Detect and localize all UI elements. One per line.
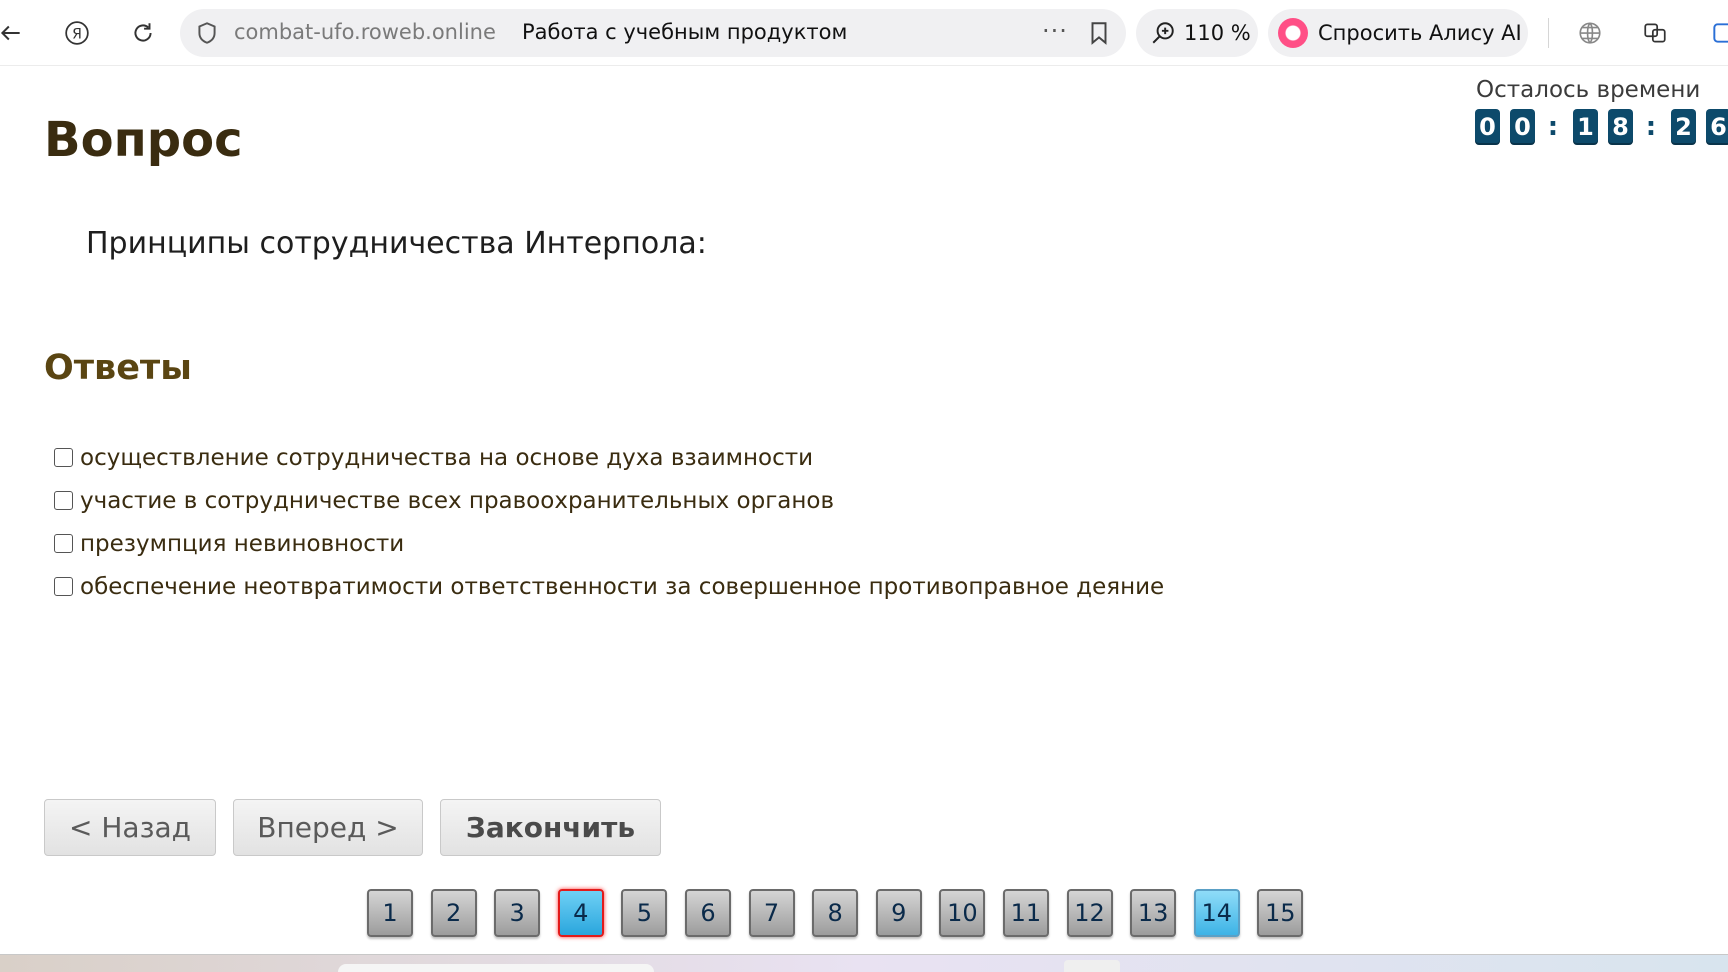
page-button-13[interactable]: 13 xyxy=(1130,889,1177,937)
ask-alice-button[interactable]: Спросить Алису AI xyxy=(1268,9,1528,57)
answer-label[interactable]: обеспечение неотвратимости ответственнос… xyxy=(80,574,1164,600)
answer-checkbox[interactable] xyxy=(54,448,73,467)
answer-label[interactable]: участие в сотрудничестве всех правоохран… xyxy=(80,488,834,514)
timer-digit: 0 xyxy=(1475,109,1500,145)
shield-icon[interactable] xyxy=(194,20,220,46)
finish-button[interactable]: Закончить xyxy=(440,799,661,856)
reload-icon[interactable] xyxy=(124,14,162,52)
question-pager: 1 2 3 4 5 6 7 8 9 10 11 12 13 14 15 xyxy=(367,889,1321,937)
answer-checkbox[interactable] xyxy=(54,577,73,596)
page-button-10[interactable]: 10 xyxy=(939,889,986,937)
timer-digit: 6 xyxy=(1706,109,1728,145)
page-button-14[interactable]: 14 xyxy=(1193,889,1240,937)
page-tab-title: Работа с учебным продуктом xyxy=(522,20,848,44)
timer-digit: 0 xyxy=(1510,109,1535,145)
svg-text:Я: Я xyxy=(72,26,82,42)
timer-digit: 8 xyxy=(1608,109,1633,145)
page-button-8[interactable]: 8 xyxy=(812,889,859,937)
extension-icon[interactable] xyxy=(1704,14,1728,52)
bookmark-icon[interactable] xyxy=(1086,20,1112,46)
taskbar-item[interactable] xyxy=(1064,960,1120,972)
taskbar-strip xyxy=(0,954,1728,972)
answer-option-2[interactable]: участие в сотрудничестве всех правоохран… xyxy=(54,479,1164,522)
answers-heading: Ответы xyxy=(44,348,192,388)
timer-separator: : xyxy=(1645,112,1657,142)
next-button[interactable]: Вперед > xyxy=(233,799,423,856)
more-options-icon[interactable]: ··· xyxy=(1042,17,1068,45)
answer-checkbox[interactable] xyxy=(54,491,73,510)
ask-alice-label: Спросить Алису AI xyxy=(1318,21,1522,45)
question-text: Принципы сотрудничества Интерпола: xyxy=(86,226,707,261)
globe-icon[interactable] xyxy=(1571,14,1609,52)
timer-digit: 2 xyxy=(1671,109,1696,145)
answer-label[interactable]: осуществление сотрудничества на основе д… xyxy=(80,445,813,471)
answer-label[interactable]: презумпция невиновности xyxy=(80,531,404,557)
yandex-logo-icon[interactable]: Я xyxy=(58,14,96,52)
back-button[interactable]: < Назад xyxy=(44,799,216,856)
taskbar-item[interactable] xyxy=(338,964,654,972)
page-button-2[interactable]: 2 xyxy=(430,889,477,937)
page-button-3[interactable]: 3 xyxy=(494,889,541,937)
zoom-button[interactable]: 110 % xyxy=(1136,9,1258,57)
url-domain[interactable]: combat-ufo.roweb.online xyxy=(234,20,496,44)
page-button-9[interactable]: 9 xyxy=(875,889,922,937)
browser-toolbar: Я combat-ufo.roweb.online Работа с учебн… xyxy=(0,0,1728,66)
answer-option-4[interactable]: обеспечение неотвратимости ответственнос… xyxy=(54,565,1164,608)
answer-checkbox[interactable] xyxy=(54,534,73,553)
answer-option-1[interactable]: осуществление сотрудничества на основе д… xyxy=(54,436,1164,479)
answers-list: осуществление сотрудничества на основе д… xyxy=(54,436,1164,608)
page-button-12[interactable]: 12 xyxy=(1066,889,1113,937)
question-heading: Вопрос xyxy=(44,112,243,168)
page-button-11[interactable]: 11 xyxy=(1002,889,1049,937)
page-button-15[interactable]: 15 xyxy=(1257,889,1304,937)
zoom-in-icon xyxy=(1152,22,1174,44)
toolbar-separator xyxy=(1548,18,1549,48)
countdown-timer: 0 0 : 1 8 : 2 6 xyxy=(1475,109,1728,145)
page-button-7[interactable]: 7 xyxy=(748,889,795,937)
page-button-4[interactable]: 4 xyxy=(557,889,604,937)
page-button-6[interactable]: 6 xyxy=(684,889,731,937)
timer-digit: 1 xyxy=(1573,109,1598,145)
answer-option-3[interactable]: презумпция невиновности xyxy=(54,522,1164,565)
timer-separator: : xyxy=(1547,112,1559,142)
zoom-level: 110 % xyxy=(1184,21,1251,45)
page-button-5[interactable]: 5 xyxy=(621,889,668,937)
alice-logo-icon xyxy=(1278,18,1308,48)
translate-icon[interactable] xyxy=(1636,14,1674,52)
back-arrow-icon[interactable] xyxy=(0,14,30,52)
page-button-1[interactable]: 1 xyxy=(367,889,413,937)
time-remaining-label: Осталось времени xyxy=(1476,77,1701,103)
address-bar[interactable]: combat-ufo.roweb.online Работа с учебным… xyxy=(180,9,1126,57)
